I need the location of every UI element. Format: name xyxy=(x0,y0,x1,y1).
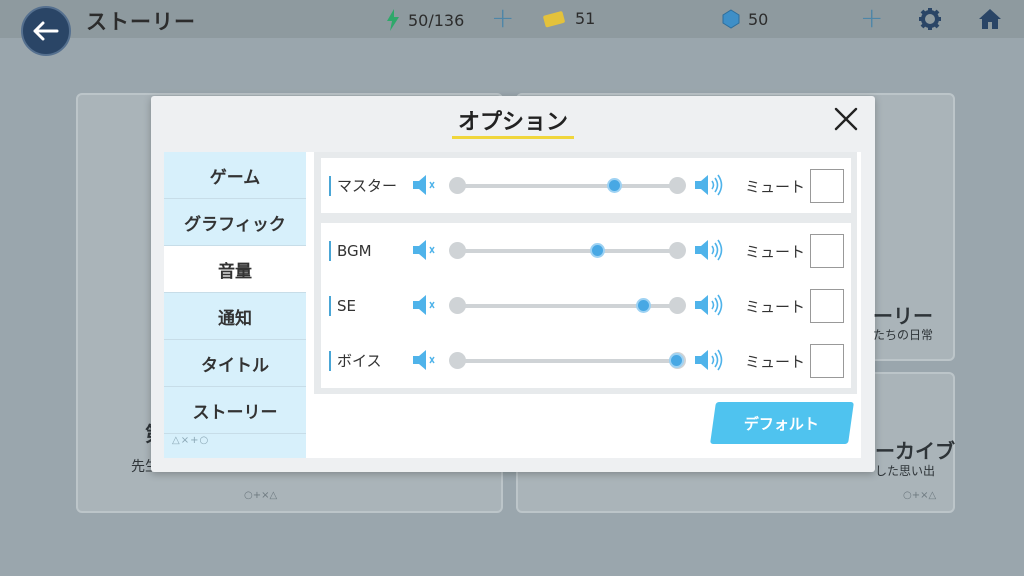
slider-max-cap xyxy=(669,177,686,194)
tab-label: グラフィック xyxy=(184,214,286,235)
speaker-mute-icon[interactable] xyxy=(411,347,443,377)
page-title: ストーリー xyxy=(86,10,196,34)
speaker-mute-icon[interactable] xyxy=(411,292,443,322)
tab-volume[interactable]: 音量 xyxy=(164,246,306,293)
tab-notifications[interactable]: 通知 xyxy=(164,293,306,340)
close-icon xyxy=(834,107,858,131)
ticket-icon xyxy=(543,10,565,27)
mute-checkbox[interactable] xyxy=(810,344,844,378)
slider-max-cap xyxy=(669,297,686,314)
slider-max-cap xyxy=(669,242,686,259)
default-button-label: デフォルト xyxy=(744,414,820,433)
volume-slider-track[interactable] xyxy=(457,249,677,253)
volume-slider-knob[interactable] xyxy=(607,178,623,193)
mute-checkbox[interactable] xyxy=(810,169,844,203)
tab-label: 音量 xyxy=(218,261,252,282)
volume-label: ボイス xyxy=(329,351,382,371)
volume-row-bgm: BGM ミュート xyxy=(321,223,851,278)
tickets-value: 51 xyxy=(575,9,596,28)
mute-label: ミュート xyxy=(745,298,806,316)
speaker-loud-icon[interactable] xyxy=(693,172,725,202)
story-card-main-symbols: ○+×△ xyxy=(244,490,278,501)
volume-row-master: マスター ミュート xyxy=(321,158,851,213)
volume-label: マスター xyxy=(329,176,397,196)
tab-label: 通知 xyxy=(218,308,252,329)
crystal-icon xyxy=(722,9,740,29)
crystals-value: 50 xyxy=(748,9,769,29)
tab-graphics[interactable]: グラフィック xyxy=(164,199,306,246)
story-card-daily-title: ーリー xyxy=(873,304,933,328)
add-crystals-button[interactable]: + xyxy=(860,4,883,32)
settings-button[interactable] xyxy=(918,7,942,35)
speaker-loud-icon[interactable] xyxy=(693,237,725,267)
speaker-loud-icon[interactable] xyxy=(693,347,725,377)
volume-slider-knob[interactable] xyxy=(589,243,605,258)
stamina-value: 50/136 xyxy=(408,10,465,30)
options-sidebar: ゲーム グラフィック 音量 通知 タイトル ストーリー △×+○ xyxy=(164,152,306,458)
volume-label: SE xyxy=(329,296,356,316)
add-stamina-button[interactable]: + xyxy=(491,4,514,32)
story-card-archive-sub: した思い出 xyxy=(875,464,936,478)
mute-checkbox[interactable] xyxy=(810,289,844,323)
gear-icon xyxy=(919,8,941,30)
lightning-icon xyxy=(387,9,399,31)
volume-slider-track[interactable] xyxy=(457,184,677,188)
dialog-body: ゲーム グラフィック 音量 通知 タイトル ストーリー △×+○ マスターミュー… xyxy=(164,152,861,458)
tab-title[interactable]: タイトル xyxy=(164,340,306,387)
back-button[interactable] xyxy=(21,6,71,56)
tab-story[interactable]: ストーリー xyxy=(164,387,306,434)
home-icon xyxy=(979,9,1001,29)
speaker-mute-icon[interactable] xyxy=(411,172,443,202)
crystals-display: 50 xyxy=(722,9,768,29)
mute-label: ミュート xyxy=(745,353,806,371)
arrow-left-icon xyxy=(33,21,59,41)
volume-settings: マスター ミュート BGM ミュート SE ミュート ボイス ミュート デフォルト xyxy=(314,152,861,458)
dialog-header: オプション xyxy=(151,96,875,148)
stamina-display: 50/136 xyxy=(386,9,464,31)
volume-row-voice: ボイス ミュート xyxy=(321,333,851,388)
default-button[interactable]: デフォルト xyxy=(710,402,854,444)
volume-slider-knob[interactable] xyxy=(669,353,684,368)
sidebar-symbols: △×+○ xyxy=(172,435,210,446)
tab-label: ゲーム xyxy=(209,167,261,188)
close-button[interactable] xyxy=(833,106,859,132)
dialog-title: オプション xyxy=(457,110,568,135)
story-card-archive-symbols: ○+×△ xyxy=(903,490,937,501)
home-button[interactable] xyxy=(978,7,1002,35)
story-card-daily-sub: たちの日常 xyxy=(873,328,934,342)
speaker-loud-icon[interactable] xyxy=(693,292,725,322)
story-card-archive-title: ーカイブ xyxy=(875,439,955,463)
options-dialog: オプション ゲーム グラフィック 音量 通知 タイトル ストーリー △×+○ マ… xyxy=(151,96,875,472)
mute-label: ミュート xyxy=(745,178,806,196)
mute-checkbox[interactable] xyxy=(810,234,844,268)
speaker-mute-icon[interactable] xyxy=(411,237,443,267)
volume-label: BGM xyxy=(329,241,372,261)
tickets-display: 51 xyxy=(543,9,595,28)
tab-label: ストーリー xyxy=(192,402,278,423)
mute-label: ミュート xyxy=(745,243,806,261)
volume-slider-track[interactable] xyxy=(457,359,677,363)
volume-slider-knob[interactable] xyxy=(636,298,651,313)
tab-label: タイトル xyxy=(201,355,269,376)
volume-panel: マスター ミュート BGM ミュート SE ミュート ボイス ミュート xyxy=(314,152,857,394)
tab-game[interactable]: ゲーム xyxy=(164,152,306,199)
volume-row-se: SE ミュート xyxy=(321,278,851,333)
title-underline xyxy=(452,136,574,139)
